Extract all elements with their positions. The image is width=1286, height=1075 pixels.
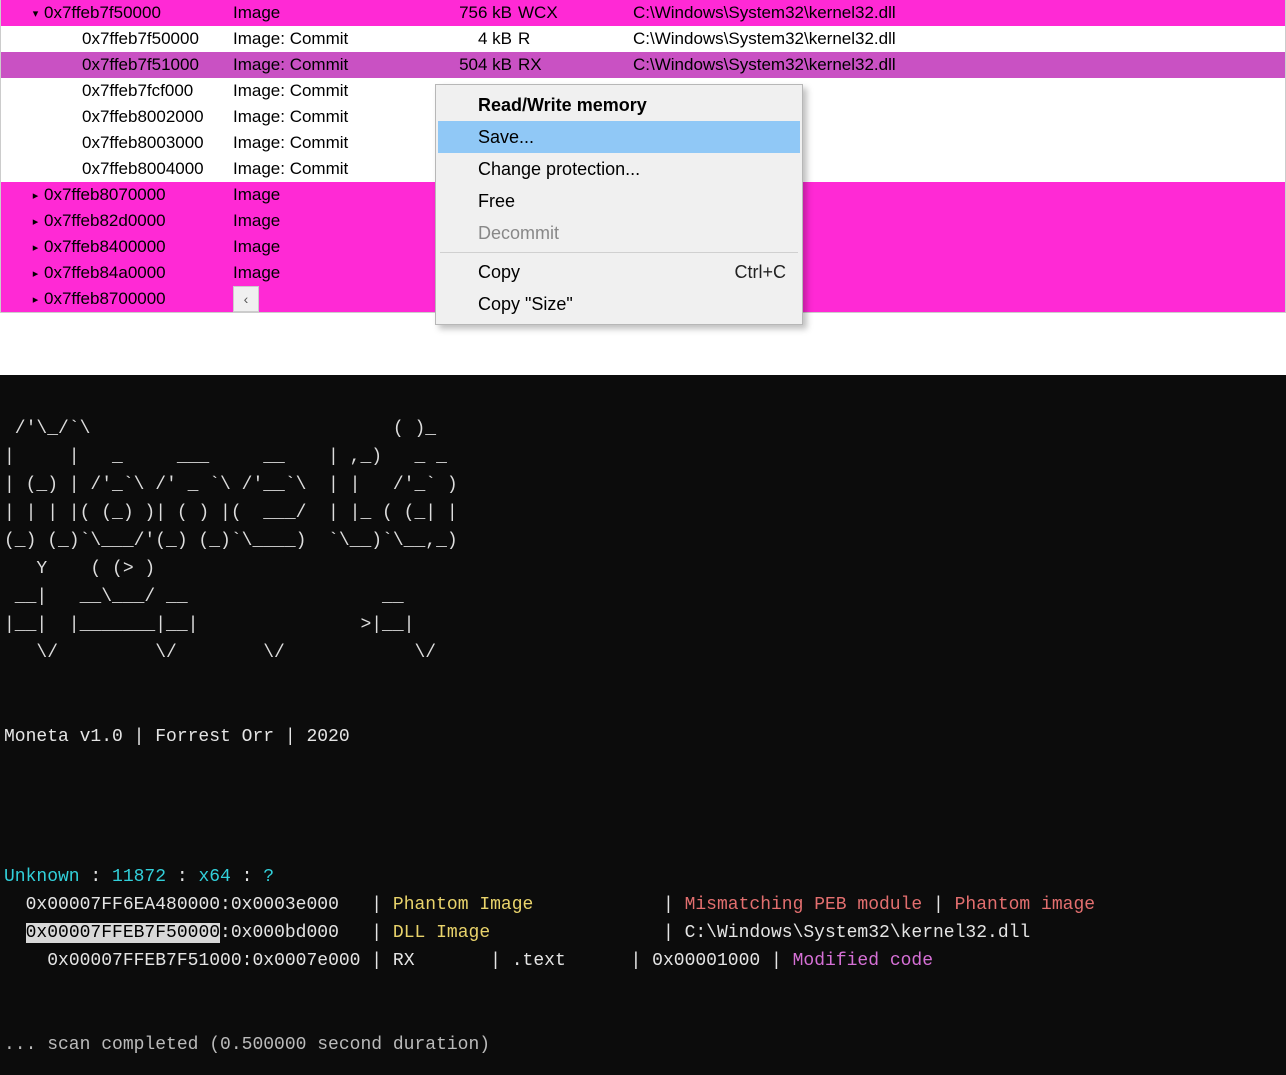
path-cell: C:\Windows\System32\kernel32.dll [633,3,1285,23]
protection-cell: R [518,29,633,49]
proc-label: Unknown [4,867,80,887]
menu-item-label: Free [478,191,515,212]
q: ? [263,867,274,887]
menu-item-label: Copy "Size" [478,294,573,315]
size-cell: 4 kB [443,29,518,49]
l3-prot: RX [393,951,415,971]
footer: ... scan completed (0.500000 second dura… [4,1035,490,1055]
type-cell: Image: Commit [233,55,443,75]
type-cell: Image [233,211,443,231]
pid: 11872 [112,867,166,887]
menu-item[interactable]: Free [438,185,800,217]
chevron-right-icon[interactable]: ▸ [29,189,42,202]
address: 0x7ffeb8004000 [82,159,204,179]
menu-item-label: Change protection... [478,159,640,180]
type-cell: Image: Commit [233,29,443,49]
ascii-art: /'\_/`\ ( )_ | | _ ___ __ | ,_) _ _ | (_… [4,415,1282,667]
scroll-left-button[interactable]: ‹ [233,286,259,312]
l1-warn2: Phantom image [955,895,1095,915]
l3-flag: Modified code [793,951,933,971]
banner: Moneta v1.0 | Forrest Orr | 2020 [4,727,350,747]
address: 0x7ffeb8002000 [82,107,204,127]
chevron-right-icon[interactable]: ▸ [29,267,42,280]
type-cell: Image: Commit [233,81,443,101]
table-row[interactable]: 0x7ffeb7f51000 Image: Commit504 kBRXC:\Wi… [1,52,1285,78]
table-row[interactable]: ▾0x7ffeb7f50000 Image756 kBWCXC:\Windows\… [1,0,1285,26]
menu-shortcut: Ctrl+C [734,262,786,283]
l2-path: C:\Windows\System32\kernel32.dll [685,923,1031,943]
l2-size: 0x000bd000 [231,923,339,943]
l3-off: 0x00001000 [652,951,760,971]
menu-item[interactable]: Copy Ctrl+C [438,256,800,288]
l1-type: Phantom Image [393,895,533,915]
chevron-right-icon[interactable]: ▸ [29,215,42,228]
address: 0x7ffeb82d0000 [44,211,166,231]
l1-size: 0x0003e000 [231,895,339,915]
table-row[interactable]: 0x7ffeb7f50000 Image: Commit4 kBRC:\Windo… [1,26,1285,52]
address: 0x7ffeb7fcf000 [82,81,193,101]
address: 0x7ffeb8070000 [44,185,166,205]
l3-size: 0x0007e000 [252,951,360,971]
type-cell: Image: Commit [233,107,443,127]
menu-separator [440,252,798,253]
address: 0x7ffeb8700000 [44,289,166,309]
address: 0x7ffeb7f50000 [82,29,199,49]
type-cell: Image: Commit [233,159,443,179]
arch: x64 [198,867,230,887]
memory-table[interactable]: ▾0x7ffeb7f50000Image756 kBWCXC:\Windows\… [0,0,1286,313]
type-cell: Image [233,185,443,205]
type-cell: Image [233,3,443,23]
menu-item[interactable]: Change protection... [438,153,800,185]
menu-item[interactable]: Copy "Size" [438,288,800,320]
type-cell: Image: Commit [233,133,443,153]
address: 0x7ffeb84a0000 [44,263,166,283]
menu-item-label: Save... [478,127,534,148]
chevron-right-icon[interactable]: ▸ [29,241,42,254]
menu-item[interactable]: Read/Write memory [438,89,800,121]
l1-warn1: Mismatching PEB module [685,895,923,915]
menu-item[interactable]: Save... [438,121,800,153]
size-cell: 504 kB [443,55,518,75]
chevron-right-icon[interactable]: ▸ [29,293,42,306]
type-cell: Image [233,237,443,257]
menu-item: Decommit [438,217,800,249]
terminal-output: /'\_/`\ ( )_ | | _ ___ __ | ,_) _ _ | (_… [0,375,1286,1075]
protection-cell: WCX [518,3,633,23]
address: 0x7ffeb8400000 [44,237,166,257]
l2-addr: 0x00007FFEB7F50000 [26,923,220,943]
path-cell: C:\Windows\System32\kernel32.dll [633,55,1285,75]
l2-type: DLL Image [393,923,490,943]
menu-item-label: Copy [478,262,520,283]
address: 0x7ffeb7f51000 [82,55,199,75]
path-cell: C:\Windows\System32\kernel32.dll [633,29,1285,49]
protection-cell: RX [518,55,633,75]
l3-sect: .text [512,951,566,971]
size-cell: 756 kB [443,3,518,23]
address: 0x7ffeb8003000 [82,133,204,153]
chevron-down-icon[interactable]: ▾ [29,7,42,20]
l1-addr: 0x00007FF6EA480000 [26,895,220,915]
type-cell: Image [233,263,443,283]
menu-item-label: Decommit [478,223,559,244]
address: 0x7ffeb7f50000 [44,3,161,23]
l3-addr: 0x00007FFEB7F51000 [47,951,241,971]
menu-item-label: Read/Write memory [478,95,647,116]
context-menu: Read/Write memory Save... Change protectio… [435,84,803,325]
